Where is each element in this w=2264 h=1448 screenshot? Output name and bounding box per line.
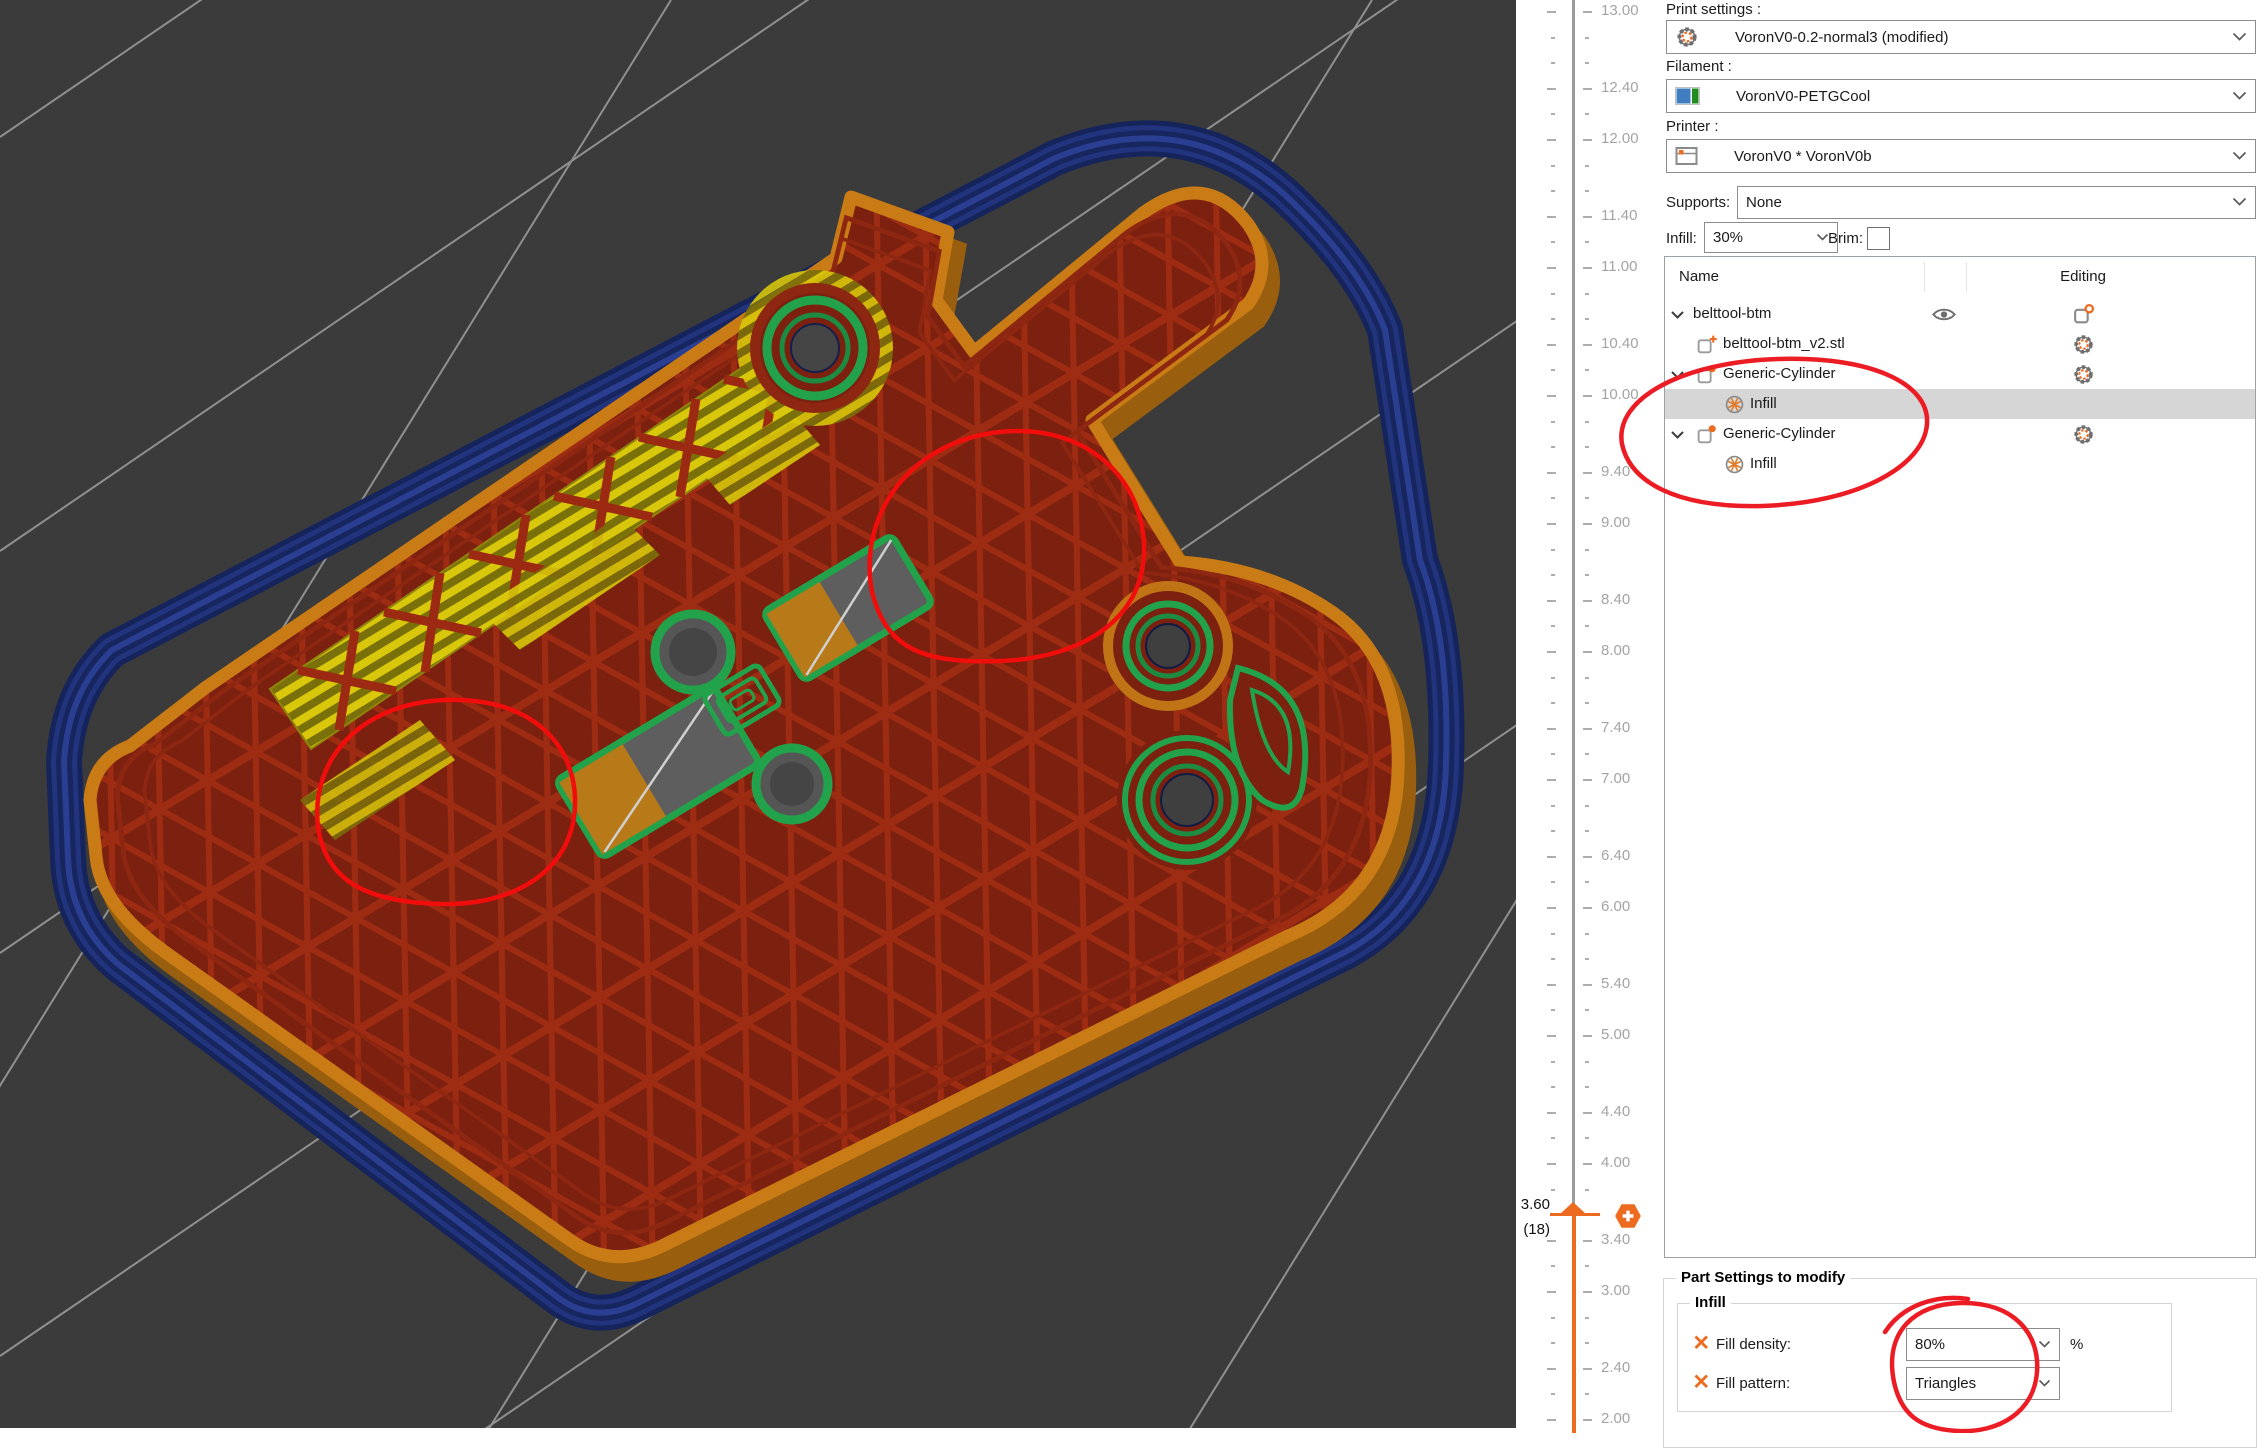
chevron-down-icon[interactable] xyxy=(1670,308,1685,325)
printer-icon xyxy=(1675,146,1698,166)
layer-tick-label: 6.00 xyxy=(1601,898,1630,915)
layer-tick-label: 11.00 xyxy=(1601,258,1637,275)
layer-tick-label: 12.00 xyxy=(1601,130,1639,147)
chevron-down-icon[interactable] xyxy=(2232,148,2247,165)
gear-icon[interactable] xyxy=(2072,423,2095,450)
eye-icon[interactable] xyxy=(1931,306,1957,327)
layer-tick-label: 9.00 xyxy=(1601,514,1630,531)
supports-label: Supports: xyxy=(1666,194,1730,211)
tree-row-label: Generic-Cylinder xyxy=(1723,365,1836,382)
layer-tick-label: 10.00 xyxy=(1601,386,1639,403)
tree-row-label: belttool-btm_v2.stl xyxy=(1723,335,1845,352)
layer-tick-label: 4.00 xyxy=(1601,1154,1630,1171)
tree-row-generic-cylinder[interactable]: Generic-Cylinder xyxy=(1665,359,2255,389)
layer-tick-label: 9.40 xyxy=(1601,463,1630,480)
object-settings-icon[interactable] xyxy=(2072,303,2095,330)
infill-combo[interactable]: 30% xyxy=(1704,222,1838,253)
filament-label: Filament : xyxy=(1666,58,1732,75)
cylinder-icon xyxy=(1696,423,1719,450)
layer-tick-label: 2.40 xyxy=(1601,1359,1630,1376)
tree-name-header: Name xyxy=(1679,268,1719,285)
layer-tick-label: 6.40 xyxy=(1601,847,1630,864)
layer-tick-label: 2.00 xyxy=(1601,1410,1630,1427)
chevron-down-icon[interactable] xyxy=(2038,1375,2051,1392)
layer-tick-label: 11.40 xyxy=(1601,207,1637,224)
chevron-down-icon[interactable] xyxy=(2232,29,2247,46)
current-layer-number: (18) xyxy=(1516,1221,1550,1238)
print-settings-combo[interactable]: VoronV0-0.2-normal3 (modified) xyxy=(1666,20,2256,54)
fill-density-combo[interactable]: 80% xyxy=(1906,1328,2060,1361)
gear-icon[interactable] xyxy=(2072,333,2095,360)
fill-pattern-label: Fill pattern: xyxy=(1716,1375,1790,1392)
layer-tick-label: 13.00 xyxy=(1601,2,1639,19)
3d-viewport[interactable] xyxy=(0,0,1516,1428)
fill-density-value: 80% xyxy=(1915,1336,1945,1353)
layer-tick-label: 12.40 xyxy=(1601,79,1639,96)
tree-row-infill[interactable]: Infill xyxy=(1665,449,2255,479)
infill-icon xyxy=(1723,393,1746,420)
layer-tick-label: 3.40 xyxy=(1601,1231,1630,1248)
filament-combo[interactable]: VoronV0-PETGCool xyxy=(1666,79,2256,113)
remove-setting-icon[interactable] xyxy=(1693,1334,1710,1356)
object-tree: Name Editing belttool-btm belttool-btm_v2… xyxy=(1664,256,2256,1258)
hole-boss-top xyxy=(737,270,893,426)
filament-color-icon xyxy=(1675,87,1700,105)
fill-pattern-value: Triangles xyxy=(1915,1375,1976,1392)
chevron-down-icon[interactable] xyxy=(1670,428,1685,445)
layer-tick-label: 7.40 xyxy=(1601,719,1630,736)
tree-row-label: belttool-btm xyxy=(1693,305,1771,322)
fill-density-suffix: % xyxy=(2070,1336,2083,1353)
layer-tick-label: 5.40 xyxy=(1601,975,1630,992)
chevron-down-icon[interactable] xyxy=(1670,368,1685,385)
infill-value: 30% xyxy=(1713,229,1743,246)
infill-icon xyxy=(1723,453,1746,480)
print-settings-gear-icon xyxy=(1675,25,1699,49)
layer-slider-track-upper[interactable] xyxy=(1572,0,1575,1214)
tree-row-belttool-btm[interactable]: belttool-btm xyxy=(1665,299,2255,329)
gear-icon[interactable] xyxy=(2072,363,2095,390)
printer-label: Printer : xyxy=(1666,118,1719,135)
chevron-down-icon[interactable] xyxy=(2232,194,2247,211)
remove-setting-icon[interactable] xyxy=(1693,1373,1710,1395)
fill-pattern-combo[interactable]: Triangles xyxy=(1906,1367,2060,1400)
printer-combo[interactable]: VoronV0 * VoronV0b xyxy=(1666,139,2256,173)
brim-label: Brim: xyxy=(1828,230,1863,247)
layer-tick-label: 8.40 xyxy=(1601,591,1630,608)
layer-tick-label: 8.00 xyxy=(1601,642,1630,659)
current-layer-height: 3.60 xyxy=(1516,1196,1550,1213)
tree-editing-header: Editing xyxy=(1995,268,2171,285)
brim-checkbox[interactable] xyxy=(1867,227,1890,250)
printer-value: VoronV0 * VoronV0b xyxy=(1734,148,1872,165)
stl-icon xyxy=(1696,333,1719,360)
layer-slider-track-lower[interactable] xyxy=(1572,1214,1576,1433)
layer-tick-label: 10.40 xyxy=(1601,335,1639,352)
layer-tick-label: 3.00 xyxy=(1601,1282,1630,1299)
slicer-window: 13.00 12.40 12.00 11.40 11.00 10.40 10.00 9.40 9… xyxy=(0,0,2264,1433)
part-settings-title: Part Settings to modify xyxy=(1676,1269,1850,1286)
supports-value: None xyxy=(1746,194,1782,211)
tree-row-belttool-btm-v2-stl[interactable]: belttool-btm_v2.stl xyxy=(1665,329,2255,359)
chevron-down-icon[interactable] xyxy=(2232,88,2247,105)
tree-row-infill[interactable]: Infill xyxy=(1665,389,2255,419)
print-settings-value: VoronV0-0.2-normal3 (modified) xyxy=(1735,29,1948,46)
infill-label: Infill: xyxy=(1666,230,1697,247)
filament-value: VoronV0-PETGCool xyxy=(1736,88,1870,105)
object-tree-header: Name Editing xyxy=(1665,257,2255,299)
layer-tick-label: 7.00 xyxy=(1601,770,1630,787)
tree-row-label: Generic-Cylinder xyxy=(1723,425,1836,442)
fill-density-label: Fill density: xyxy=(1716,1336,1791,1353)
supports-combo[interactable]: None xyxy=(1737,186,2256,219)
layer-slider-handle-line[interactable] xyxy=(1550,1213,1600,1216)
layer-tick-label: 5.00 xyxy=(1601,1026,1630,1043)
layer-slider[interactable]: 13.00 12.40 12.00 11.40 11.00 10.40 10.00 9.40 9… xyxy=(1516,0,1664,1433)
add-color-change-button[interactable] xyxy=(1613,1202,1643,1230)
layer-tick-label: 4.40 xyxy=(1601,1103,1630,1120)
infill-group-title: Infill xyxy=(1690,1294,1731,1311)
tree-row-generic-cylinder[interactable]: Generic-Cylinder xyxy=(1665,419,2255,449)
cylinder-icon xyxy=(1696,363,1719,390)
print-settings-label: Print settings : xyxy=(1666,1,1761,18)
tree-row-label: Infill xyxy=(1750,395,1777,412)
tree-row-label: Infill xyxy=(1750,455,1777,472)
chevron-down-icon[interactable] xyxy=(2038,1336,2051,1353)
